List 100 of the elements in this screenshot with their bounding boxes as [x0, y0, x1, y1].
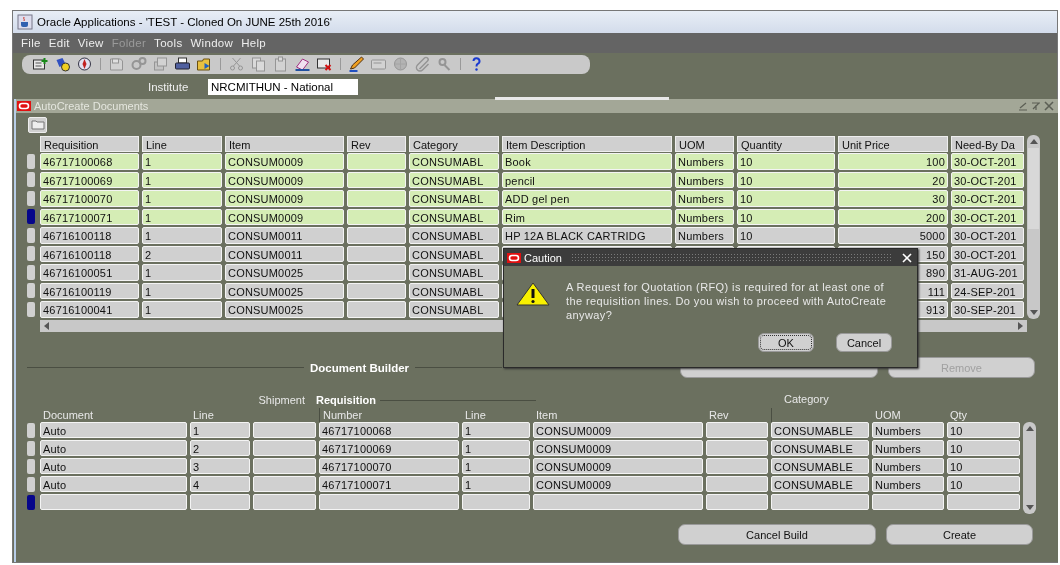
row-indicator[interactable]: [27, 440, 35, 456]
column-header[interactable]: Unit Price: [838, 136, 948, 152]
table-cell: [706, 475, 768, 493]
menu-item[interactable]: View: [73, 37, 108, 49]
dialog-title: Caution: [524, 251, 562, 264]
menu-item[interactable]: File: [17, 37, 45, 49]
table-cell: 100: [838, 153, 948, 170]
row-indicator[interactable]: [27, 301, 35, 317]
table-cell: CONSUMABL: [409, 282, 499, 299]
table-cell: 31-AUG-201: [951, 264, 1024, 281]
row-indicator[interactable]: [27, 227, 35, 243]
column-header[interactable]: UOM: [675, 136, 734, 152]
oracle-icon: [507, 252, 521, 263]
tab[interactable]: Requisition: [312, 394, 380, 406]
table-cell: Rim: [502, 208, 672, 225]
vertical-scrollbar[interactable]: [1023, 422, 1036, 514]
table-cell: [462, 493, 530, 511]
scroll-left-icon[interactable]: [42, 321, 52, 331]
scroll-down-icon[interactable]: [1028, 309, 1039, 317]
table-cell: Numbers: [675, 208, 734, 225]
menu-item[interactable]: Window: [186, 37, 238, 49]
scroll-down-icon[interactable]: [1024, 504, 1035, 512]
folder-icon[interactable]: [196, 56, 213, 72]
flashlight-icon[interactable]: [54, 56, 71, 72]
row-indicator[interactable]: [27, 246, 35, 262]
scroll-up-icon[interactable]: [1028, 137, 1039, 145]
table-cell: [253, 421, 316, 439]
column-header[interactable]: Item Description: [502, 136, 672, 152]
table-cell: CONSUM0025: [225, 264, 344, 281]
table-cell: CONSUMABLE: [771, 439, 869, 457]
hidden-field[interactable]: [495, 97, 669, 100]
dialog-button[interactable]: OK: [758, 333, 814, 352]
table-cell: 1: [462, 475, 530, 493]
table-cell: 1: [142, 153, 222, 170]
row-indicator[interactable]: [27, 494, 35, 510]
tab[interactable]: Shipment: [254, 394, 309, 406]
table-cell: 1: [462, 421, 530, 439]
maximize-icon[interactable]: [1031, 101, 1041, 111]
table-cell: Numbers: [675, 171, 734, 188]
row-indicator[interactable]: [27, 283, 35, 299]
menu-item[interactable]: Edit: [44, 37, 74, 49]
institute-field[interactable]: NRCMITHUN - National: [208, 79, 358, 95]
delete-icon[interactable]: [316, 56, 333, 72]
printer-icon[interactable]: [174, 56, 191, 72]
row-indicator[interactable]: [27, 209, 35, 225]
table-cell: 46716100118: [40, 245, 139, 262]
table-cell: 1: [142, 264, 222, 281]
column-header[interactable]: Need-By Da: [951, 136, 1024, 152]
table-cell: 30-OCT-201: [951, 227, 1024, 244]
table-cell: Numbers: [872, 439, 944, 457]
table-cell: Auto: [40, 475, 187, 493]
row-indicator[interactable]: [27, 190, 35, 206]
table-cell: 46717100068: [319, 421, 459, 439]
table-cell: 46717100071: [319, 475, 459, 493]
table-cell: 30-SEP-201: [951, 301, 1024, 318]
table-cell: 10: [947, 457, 1020, 475]
table-cell: CONSUM0025: [225, 301, 344, 318]
row-indicator[interactable]: [27, 476, 35, 492]
scroll-right-icon[interactable]: [1015, 321, 1025, 331]
table-cell: CONSUM0011: [225, 245, 344, 262]
action-button[interactable]: Create: [886, 524, 1033, 545]
compass-icon[interactable]: [76, 56, 93, 72]
scroll-up-icon[interactable]: [1024, 424, 1035, 432]
table-cell: 46717100070: [319, 457, 459, 475]
table-cell: 10: [737, 227, 835, 244]
pencil-icon[interactable]: [348, 56, 365, 72]
vertical-scrollbar[interactable]: [1027, 135, 1040, 319]
column-header[interactable]: Requisition: [40, 136, 139, 152]
column-header[interactable]: Line: [142, 136, 222, 152]
column-header: UOM: [874, 408, 902, 422]
table-cell: HP 12A BLACK CARTRIDG: [502, 227, 672, 244]
column-header[interactable]: Item: [225, 136, 344, 152]
row-indicator[interactable]: [27, 172, 35, 188]
cup-icon: [17, 14, 33, 30]
folder-button[interactable]: [28, 116, 47, 133]
column-header: Line: [192, 408, 215, 422]
form-plus-icon[interactable]: [32, 56, 49, 72]
menu-item[interactable]: Help: [237, 37, 270, 49]
row-indicator[interactable]: [27, 458, 35, 474]
table-cell: 1: [142, 190, 222, 207]
menu-item[interactable]: Tools: [150, 37, 187, 49]
row-indicator[interactable]: [27, 264, 35, 280]
eraser-icon[interactable]: [294, 56, 311, 72]
table-cell: 2: [142, 245, 222, 262]
minimize-icon[interactable]: [1018, 101, 1028, 111]
table-cell: [253, 475, 316, 493]
action-button[interactable]: Cancel Build: [678, 524, 876, 545]
column-header[interactable]: Quantity: [737, 136, 835, 152]
row-indicator[interactable]: [27, 153, 35, 169]
table-cell: 10: [737, 153, 835, 170]
table-cell: 1: [190, 421, 250, 439]
table-cell: CONSUM0009: [225, 208, 344, 225]
row-indicator[interactable]: [27, 422, 35, 438]
table-cell: 10: [947, 475, 1020, 493]
column-header[interactable]: Category: [409, 136, 499, 152]
dialog-button[interactable]: Cancel: [836, 333, 892, 352]
column-header: Item: [535, 408, 559, 422]
window-title: Oracle Applications - 'TEST - Cloned On JUNE 25th 2016': [37, 16, 332, 28]
table-cell: CONSUM0009: [225, 190, 344, 207]
column-header[interactable]: Rev: [347, 136, 406, 152]
